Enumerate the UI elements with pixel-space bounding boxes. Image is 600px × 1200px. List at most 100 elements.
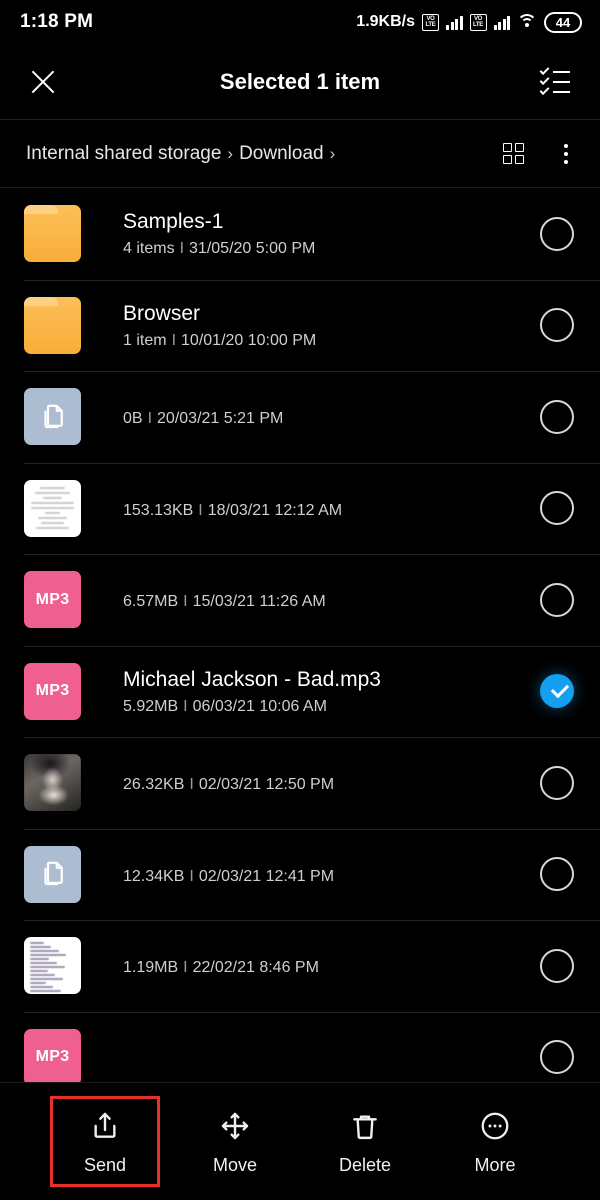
meta-separator: I bbox=[189, 776, 194, 794]
action-label: Delete bbox=[338, 1155, 392, 1175]
more-options-icon[interactable] bbox=[558, 142, 574, 166]
file-date: 02/03/21 12:50 PM bbox=[198, 776, 335, 794]
signal-bars-icon bbox=[446, 14, 463, 30]
action-more-button[interactable]: More bbox=[443, 1099, 547, 1184]
file-row[interactable]: MP3 Michael Jackson - Bad.mp3 5.92MB I 06/03… bbox=[0, 645, 600, 738]
wifi-icon bbox=[517, 14, 537, 30]
file-date: 31/05/20 5:00 PM bbox=[189, 240, 316, 258]
file-size: 4 items bbox=[123, 240, 175, 258]
file-size: 26.32KB bbox=[123, 776, 185, 794]
folder-icon bbox=[24, 296, 81, 354]
bottom-action-bar: Send Move Delete More bbox=[0, 1082, 600, 1200]
file-date: 02/03/21 12:41 PM bbox=[198, 867, 335, 885]
meta-separator: I bbox=[189, 867, 194, 885]
file-size: 1.19MB bbox=[123, 959, 179, 977]
select-all-icon[interactable] bbox=[539, 65, 574, 96]
file-checkbox[interactable] bbox=[540, 491, 574, 526]
breadcrumb-item-1[interactable]: Download bbox=[239, 143, 324, 165]
file-date: 10/01/20 10:00 PM bbox=[181, 331, 317, 349]
file-checkbox[interactable] bbox=[540, 857, 574, 892]
file-subtitle: 153.13KB I 18/03/21 12:12 AM bbox=[123, 502, 540, 520]
file-checkbox[interactable] bbox=[540, 216, 574, 251]
file-subtitle: 0B I 20/03/21 5:21 PM bbox=[123, 410, 540, 428]
file-size: 153.13KB bbox=[123, 501, 194, 519]
file-meta: 0B I 20/03/21 5:21 PM bbox=[81, 405, 540, 428]
share-icon bbox=[88, 1109, 122, 1143]
meta-separator: I bbox=[147, 410, 153, 428]
meta-separator: I bbox=[183, 697, 188, 715]
file-row[interactable]: 12.34KB I 02/03/21 12:41 PM bbox=[0, 828, 600, 921]
file-row[interactable]: MP3 6.57MB I 15/03/21 11:26 AM bbox=[0, 554, 600, 646]
meta-separator: I bbox=[179, 240, 185, 258]
action-label: Send bbox=[83, 1155, 127, 1175]
action-delete-button[interactable]: Delete bbox=[313, 1099, 417, 1184]
status-icons: 1.9KB/s VO LTE VO LTE 44 bbox=[356, 11, 582, 33]
file-row[interactable]: 153.13KB I 18/03/21 12:12 AM bbox=[0, 462, 600, 555]
meta-separator: I bbox=[198, 501, 203, 519]
file-name: Browser bbox=[123, 301, 201, 325]
file-date: 18/03/21 12:12 AM bbox=[207, 501, 343, 519]
action-send-button[interactable]: Send bbox=[50, 1096, 160, 1187]
file-row[interactable]: 0B I 20/03/21 5:21 PM bbox=[0, 371, 600, 463]
file-checkbox[interactable] bbox=[540, 674, 574, 709]
action-label: Move bbox=[212, 1155, 257, 1175]
file-subtitle: 6.57MB I 15/03/21 11:26 AM bbox=[123, 593, 540, 611]
volte-icon: VO LTE bbox=[422, 13, 439, 31]
file-checkbox[interactable] bbox=[540, 399, 574, 434]
file-name: Michael Jackson - Bad.mp3 bbox=[123, 667, 381, 691]
status-clock: 1:18 PM bbox=[20, 11, 94, 32]
file-subtitle: 12.34KB I 02/03/21 12:41 PM bbox=[123, 868, 540, 886]
file-meta: Michael Jackson - Bad.mp3 5.92MB I 06/03/21… bbox=[81, 667, 540, 716]
photo-thumbnail bbox=[24, 754, 81, 812]
file-meta: 26.32KB I 02/03/21 12:50 PM bbox=[81, 771, 540, 794]
more-icon bbox=[478, 1109, 512, 1143]
action-label: More bbox=[474, 1155, 516, 1175]
file-checkbox[interactable] bbox=[540, 948, 574, 983]
file-checkbox[interactable] bbox=[540, 1040, 574, 1075]
chevron-right-icon-1: › bbox=[329, 143, 336, 163]
network-speed-label: 1.9KB/s bbox=[356, 13, 415, 30]
mp3-icon: MP3 bbox=[24, 662, 81, 720]
file-checkbox[interactable] bbox=[540, 308, 574, 343]
file-row[interactable]: Samples-1 4 items I 31/05/20 5:00 PM bbox=[0, 188, 600, 280]
file-subtitle: 4 items I 31/05/20 5:00 PM bbox=[123, 240, 540, 258]
file-checkbox[interactable] bbox=[540, 582, 574, 617]
file-size: 1 item bbox=[123, 331, 167, 349]
volte-icon-2: VO LTE bbox=[469, 13, 487, 31]
file-meta: Samples-1 4 items I 31/05/20 5:00 PM bbox=[81, 209, 540, 258]
file-subtitle: 26.32KB I 02/03/21 12:50 PM bbox=[123, 776, 540, 794]
grid-view-icon[interactable] bbox=[503, 143, 524, 164]
document-icon bbox=[24, 845, 81, 903]
file-meta: Browser 1 item I 10/01/20 10:00 PM bbox=[81, 301, 540, 350]
certificate-thumbnail bbox=[24, 479, 81, 537]
file-row[interactable]: MP3 bbox=[0, 1011, 600, 1082]
file-meta bbox=[81, 1055, 540, 1060]
file-manager-screen: 1:18 PM 1.9KB/s VO LTE VO LTE 44 Selected … bbox=[0, 0, 600, 1200]
file-subtitle: 1.19MB I 22/02/21 8:46 PM bbox=[123, 959, 540, 977]
chevron-right-icon-0: › bbox=[227, 143, 234, 163]
file-checkbox[interactable] bbox=[540, 765, 574, 800]
file-size: 12.34KB bbox=[123, 867, 185, 885]
breadcrumb: Internal shared storage › Download › bbox=[26, 143, 335, 165]
file-subtitle: 1 item I 10/01/20 10:00 PM bbox=[123, 332, 540, 350]
file-name: Samples-1 bbox=[123, 210, 224, 234]
file-list[interactable]: Samples-1 4 items I 31/05/20 5:00 PM Browser… bbox=[0, 188, 600, 1082]
selection-title: Selected 1 item bbox=[219, 68, 381, 94]
file-subtitle: 5.92MB I 06/03/21 10:06 AM bbox=[123, 698, 540, 716]
meta-separator: I bbox=[183, 593, 188, 611]
file-date: 15/03/21 11:26 AM bbox=[192, 593, 326, 611]
file-row[interactable]: 26.32KB I 02/03/21 12:50 PM bbox=[0, 737, 600, 829]
selection-action-bar: Selected 1 item bbox=[0, 44, 600, 120]
action-move-button[interactable]: Move bbox=[183, 1099, 287, 1184]
file-row[interactable]: Browser 1 item I 10/01/20 10:00 PM bbox=[0, 279, 600, 372]
breadcrumb-actions bbox=[503, 142, 574, 166]
meta-separator: I bbox=[183, 959, 188, 977]
status-bar: 1:18 PM 1.9KB/s VO LTE VO LTE 44 bbox=[0, 0, 600, 44]
move-icon bbox=[218, 1109, 252, 1143]
mp3-icon: MP3 bbox=[24, 571, 81, 629]
breadcrumb-item-0[interactable]: Internal shared storage bbox=[26, 143, 221, 165]
file-size: 5.92MB bbox=[123, 697, 179, 715]
document-icon bbox=[24, 388, 81, 446]
file-row[interactable]: 1.19MB I 22/02/21 8:46 PM bbox=[0, 920, 600, 1012]
close-icon[interactable] bbox=[26, 65, 60, 99]
